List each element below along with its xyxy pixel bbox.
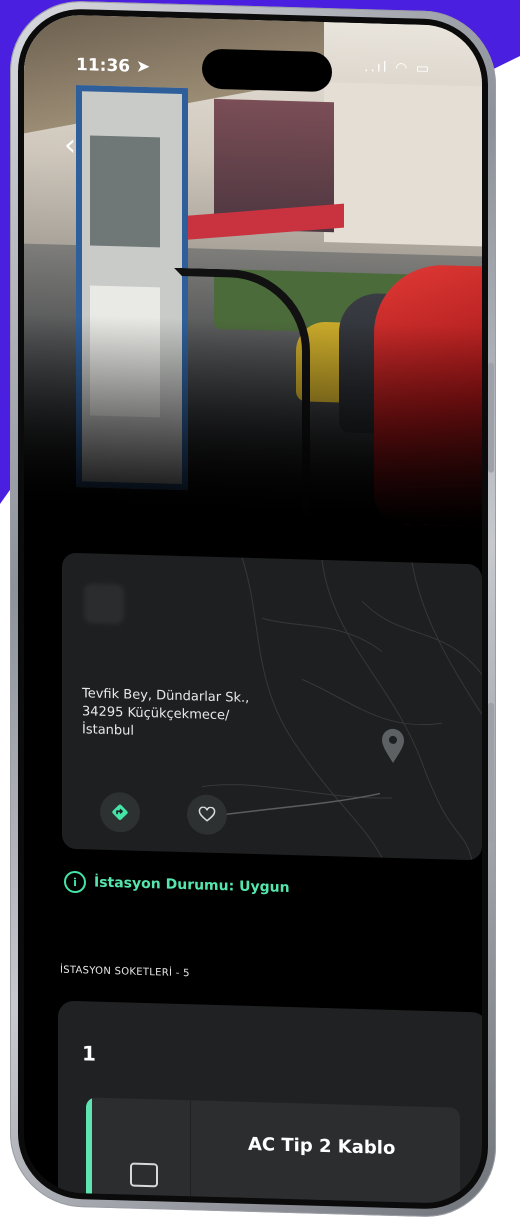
- socket-detail[interactable]: AC Tip 2 Kablo: [86, 1097, 460, 1205]
- back-chevron-icon: ‹: [64, 127, 76, 164]
- favorite-button[interactable]: [187, 794, 227, 836]
- status-icons: ..ıl ◠ ▭: [364, 59, 432, 77]
- divider: [190, 1100, 191, 1205]
- side-button: [488, 362, 494, 473]
- station-logo: [84, 583, 124, 625]
- app-screen: 11:36 ➤ ..ıl ◠ ▭ ‹ Tevfik Bey, Dündarlar…: [24, 13, 482, 1205]
- station-photo: [24, 13, 482, 527]
- info-icon: i: [64, 870, 86, 894]
- heart-icon: [198, 806, 216, 822]
- phone-frame: 11:36 ➤ ..ıl ◠ ▭ ‹ Tevfik Bey, Dündarlar…: [10, 0, 496, 1219]
- directions-button[interactable]: [100, 791, 140, 833]
- station-status: i İstasyon Durumu: Uygun: [64, 870, 290, 899]
- address-text: Tevfik Bey, Dündarlar Sk., 34295 Küçükçe…: [82, 685, 322, 746]
- address-card: Tevfik Bey, Dündarlar Sk., 34295 Küçükçe…: [62, 552, 482, 861]
- sockets-section-title: İSTASYON SOKETLERİ - 5: [60, 964, 190, 980]
- directions-icon: [112, 804, 128, 820]
- status-bar: 11:36 ➤ ..ıl ◠ ▭: [24, 14, 482, 93]
- side-button: [488, 702, 494, 843]
- socket-number: 1: [82, 1041, 96, 1066]
- socket-card[interactable]: 1 AC Tip 2 Kablo: [58, 1000, 482, 1205]
- back-button[interactable]: ‹: [64, 127, 76, 164]
- plug-icon: [130, 1162, 158, 1188]
- socket-type: AC Tip 2 Kablo: [248, 1133, 396, 1159]
- map-pin-icon: [382, 728, 404, 763]
- status-time: 11:36 ➤: [76, 55, 151, 78]
- socket-accent-bar: [86, 1097, 92, 1205]
- phone-bezel: 11:36 ➤ ..ıl ◠ ▭ ‹ Tevfik Bey, Dündarlar…: [18, 7, 488, 1211]
- dynamic-island: [202, 48, 332, 93]
- station-status-text: İstasyon Durumu: Uygun: [94, 874, 290, 897]
